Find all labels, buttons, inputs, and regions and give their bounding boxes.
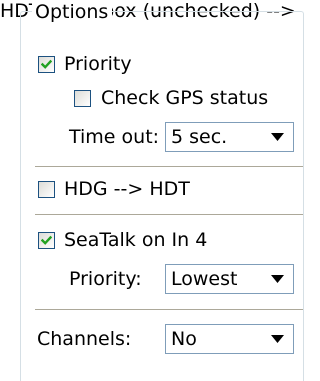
channels-label: Channels: — [37, 328, 132, 350]
options-group-title: Options — [32, 0, 113, 24]
chevron-down-icon — [271, 275, 284, 283]
priority-checkbox[interactable] — [38, 56, 55, 73]
hdg-hdt-label[interactable]: HDG --> HDT — [64, 177, 190, 201]
priority-label[interactable]: Priority — [64, 52, 132, 76]
chevron-down-icon — [271, 335, 284, 343]
timeout-value: 5 sec. — [171, 126, 228, 148]
separator — [35, 166, 303, 168]
checkmark-icon — [41, 235, 52, 245]
hdg-hdt-checkbox[interactable] — [38, 181, 55, 198]
seatalk-priority-dropdown[interactable]: Lowest — [165, 264, 294, 294]
chevron-down-icon — [271, 133, 284, 141]
checkmark-icon — [41, 59, 52, 69]
channels-dropdown[interactable]: No — [165, 324, 294, 354]
check-gps-status-label[interactable]: Check GPS status — [101, 86, 268, 110]
check-gps-status-checkbox[interactable] — [74, 90, 91, 107]
seatalk-priority-label: Priority: — [69, 268, 142, 290]
seatalk-checkbox[interactable] — [38, 232, 55, 249]
timeout-label: Time out: — [69, 126, 160, 148]
seatalk-priority-value: Lowest — [171, 268, 238, 290]
separator — [35, 214, 303, 216]
channels-value: No — [171, 328, 197, 350]
timeout-dropdown[interactable]: 5 sec. — [165, 122, 294, 152]
separator — [35, 309, 303, 311]
seatalk-label[interactable]: SeaTalk on In 4 — [64, 228, 207, 252]
